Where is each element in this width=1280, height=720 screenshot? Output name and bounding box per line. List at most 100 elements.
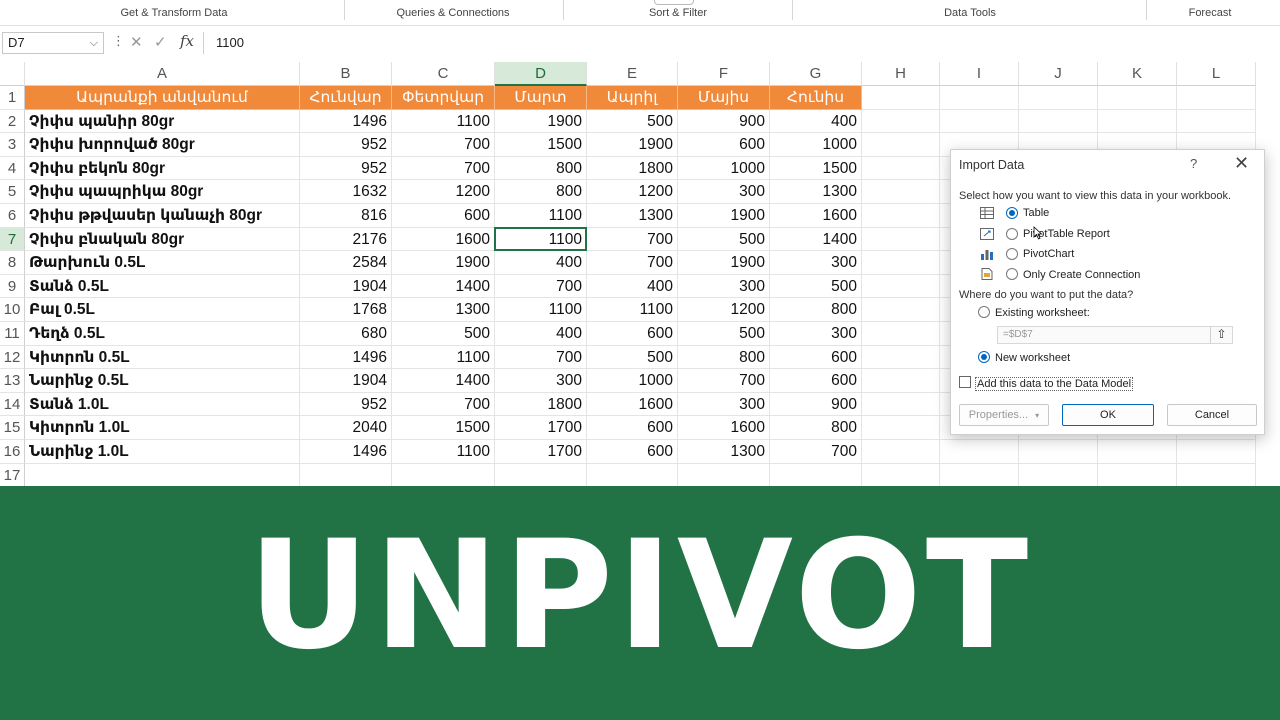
sales-cell[interactable]: 2584 xyxy=(300,251,392,275)
more-options-icon[interactable]: ⋮ xyxy=(112,33,125,49)
empty-cell[interactable] xyxy=(678,463,770,486)
sales-cell[interactable]: 816 xyxy=(300,204,392,228)
cancel-button[interactable]: Cancel xyxy=(1167,404,1257,426)
sales-cell[interactable]: 1500 xyxy=(392,416,495,440)
empty-cell[interactable] xyxy=(940,109,1019,134)
header-cell[interactable]: Ապրիլ xyxy=(587,86,678,110)
option-table-label[interactable]: Table xyxy=(1023,207,1049,219)
sales-cell[interactable]: 1904 xyxy=(300,274,392,299)
column-header-d[interactable]: D xyxy=(495,62,587,86)
sales-cell[interactable]: 600 xyxy=(678,133,770,157)
ribbon-group-forecast[interactable]: Forecast xyxy=(1148,0,1272,26)
sales-cell[interactable]: 400 xyxy=(770,109,862,134)
ribbon-group-sort-filter[interactable]: Sort & Filter xyxy=(566,0,790,26)
empty-cell[interactable] xyxy=(1019,109,1098,134)
sales-cell[interactable]: 800 xyxy=(495,156,587,181)
row-header-11[interactable]: 11 xyxy=(0,322,25,346)
sales-cell[interactable]: 1100 xyxy=(392,109,495,134)
sales-cell[interactable]: 2176 xyxy=(300,227,392,252)
row-header-3[interactable]: 3 xyxy=(0,133,25,157)
empty-cell[interactable] xyxy=(862,251,940,275)
sales-cell[interactable]: 400 xyxy=(587,274,678,299)
sales-cell[interactable]: 600 xyxy=(587,440,678,464)
radio-pivottable[interactable] xyxy=(1006,228,1018,240)
sales-cell[interactable]: 1768 xyxy=(300,298,392,322)
empty-cell[interactable] xyxy=(862,180,940,204)
empty-cell[interactable] xyxy=(862,345,940,370)
header-cell[interactable]: Ապրանքի անվանում xyxy=(25,86,300,110)
sales-cell[interactable]: 500 xyxy=(392,322,495,346)
sales-cell[interactable]: 1000 xyxy=(587,369,678,393)
sales-cell[interactable]: 1100 xyxy=(392,345,495,370)
sales-cell[interactable]: 1500 xyxy=(495,133,587,157)
column-header-l[interactable]: L xyxy=(1177,62,1256,86)
column-header-a[interactable]: A xyxy=(25,62,300,86)
sales-cell[interactable]: 300 xyxy=(678,274,770,299)
sales-cell[interactable]: 1900 xyxy=(678,251,770,275)
sales-cell[interactable]: 700 xyxy=(770,440,862,464)
sales-cell[interactable]: 1600 xyxy=(587,392,678,417)
sales-cell[interactable]: 900 xyxy=(770,392,862,417)
cancel-formula-icon[interactable]: ✕ xyxy=(130,33,143,51)
product-name-cell[interactable]: Չիփս պապրիկա 80gr xyxy=(25,180,300,204)
radio-pivotchart[interactable] xyxy=(1006,248,1018,260)
product-name-cell[interactable]: Կիտրոն 0.5L xyxy=(25,345,300,370)
product-name-cell[interactable]: Չիփս պանիր 80gr xyxy=(25,109,300,134)
empty-cell[interactable] xyxy=(940,463,1019,486)
sales-cell[interactable]: 1100 xyxy=(495,227,587,252)
new-worksheet-label[interactable]: New worksheet xyxy=(995,352,1070,364)
select-all-corner[interactable] xyxy=(0,62,25,86)
empty-cell[interactable] xyxy=(1098,463,1177,486)
sales-cell[interactable]: 300 xyxy=(770,251,862,275)
sales-cell[interactable]: 1300 xyxy=(678,440,770,464)
row-header-14[interactable]: 14 xyxy=(0,392,25,417)
formula-input[interactable]: 1100 xyxy=(216,35,244,50)
column-header-i[interactable]: I xyxy=(940,62,1019,86)
empty-cell[interactable] xyxy=(862,109,940,134)
empty-cell[interactable] xyxy=(862,86,940,110)
sales-cell[interactable]: 1800 xyxy=(587,156,678,181)
sales-cell[interactable]: 680 xyxy=(300,322,392,346)
name-box[interactable]: D7 ⌵ xyxy=(2,32,104,54)
empty-cell[interactable] xyxy=(1019,86,1098,110)
help-icon[interactable]: ? xyxy=(1190,156,1197,171)
radio-new-worksheet[interactable] xyxy=(978,351,990,363)
column-header-k[interactable]: K xyxy=(1098,62,1177,86)
sales-cell[interactable]: 1900 xyxy=(587,133,678,157)
row-header-16[interactable]: 16 xyxy=(0,440,25,464)
sales-cell[interactable]: 800 xyxy=(770,298,862,322)
empty-cell[interactable] xyxy=(862,440,940,464)
row-header-6[interactable]: 6 xyxy=(0,204,25,228)
sales-cell[interactable]: 700 xyxy=(587,227,678,252)
row-header-4[interactable]: 4 xyxy=(0,156,25,181)
empty-cell[interactable] xyxy=(1098,109,1177,134)
row-header-7[interactable]: 7 xyxy=(0,227,25,252)
column-header-e[interactable]: E xyxy=(587,62,678,86)
sales-cell[interactable]: 1700 xyxy=(495,416,587,440)
ribbon-group-queries[interactable]: Queries & Connections xyxy=(348,0,558,26)
empty-cell[interactable] xyxy=(862,227,940,252)
sales-cell[interactable]: 1200 xyxy=(587,180,678,204)
sales-cell[interactable]: 600 xyxy=(587,416,678,440)
empty-cell[interactable] xyxy=(940,86,1019,110)
sales-cell[interactable]: 400 xyxy=(495,322,587,346)
sales-cell[interactable]: 1100 xyxy=(495,204,587,228)
option-pivotchart-label[interactable]: PivotChart xyxy=(1023,248,1074,260)
column-header-b[interactable]: B xyxy=(300,62,392,86)
sales-cell[interactable]: 900 xyxy=(678,109,770,134)
sales-cell[interactable]: 500 xyxy=(587,109,678,134)
empty-cell[interactable] xyxy=(1098,440,1177,464)
sales-cell[interactable]: 2040 xyxy=(300,416,392,440)
sales-cell[interactable]: 1300 xyxy=(587,204,678,228)
product-name-cell[interactable]: Բալ 0.5L xyxy=(25,298,300,322)
product-name-cell[interactable]: Նարինջ 0.5L xyxy=(25,369,300,393)
sales-cell[interactable]: 300 xyxy=(678,180,770,204)
sales-cell[interactable]: 1400 xyxy=(392,369,495,393)
empty-cell[interactable] xyxy=(770,463,862,486)
product-name-cell[interactable]: Չիփս խորոված 80gr xyxy=(25,133,300,157)
sales-cell[interactable]: 1500 xyxy=(770,156,862,181)
empty-cell[interactable] xyxy=(862,392,940,417)
product-name-cell[interactable]: Չիփս թթվասեր կանաչի 80gr xyxy=(25,204,300,228)
sales-cell[interactable]: 1600 xyxy=(678,416,770,440)
sales-cell[interactable]: 952 xyxy=(300,133,392,157)
